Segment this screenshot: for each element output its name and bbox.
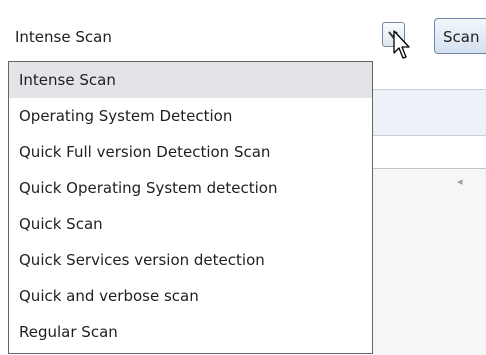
dropdown-item[interactable]: Intense Scan: [9, 62, 372, 98]
dropdown-item[interactable]: Quick Scan: [9, 206, 372, 242]
profile-dropdown-list[interactable]: Intense Scan Operating System Detection …: [8, 61, 373, 354]
mouse-cursor-icon: [393, 30, 410, 59]
background-toolbar-strip: [372, 89, 486, 136]
dropdown-item[interactable]: Operating System Detection: [9, 98, 372, 134]
dropdown-item[interactable]: Quick Services version detection: [9, 242, 372, 278]
scan-button-label: Scan: [443, 28, 480, 46]
scan-button[interactable]: Scan: [434, 18, 486, 54]
background-results-pane: [372, 168, 486, 355]
dropdown-item[interactable]: Quick Full version Detection Scan: [9, 134, 372, 170]
scroll-left-arrow-icon[interactable]: ◂: [457, 175, 463, 188]
dropdown-item[interactable]: Quick and verbose scan: [9, 278, 372, 314]
dropdown-item[interactable]: Regular Scan: [9, 314, 372, 350]
profile-combobox[interactable]: Intense Scan: [6, 18, 406, 56]
dropdown-item[interactable]: Quick Operating System detection: [9, 170, 372, 206]
profile-combobox-value: Intense Scan: [15, 28, 112, 46]
